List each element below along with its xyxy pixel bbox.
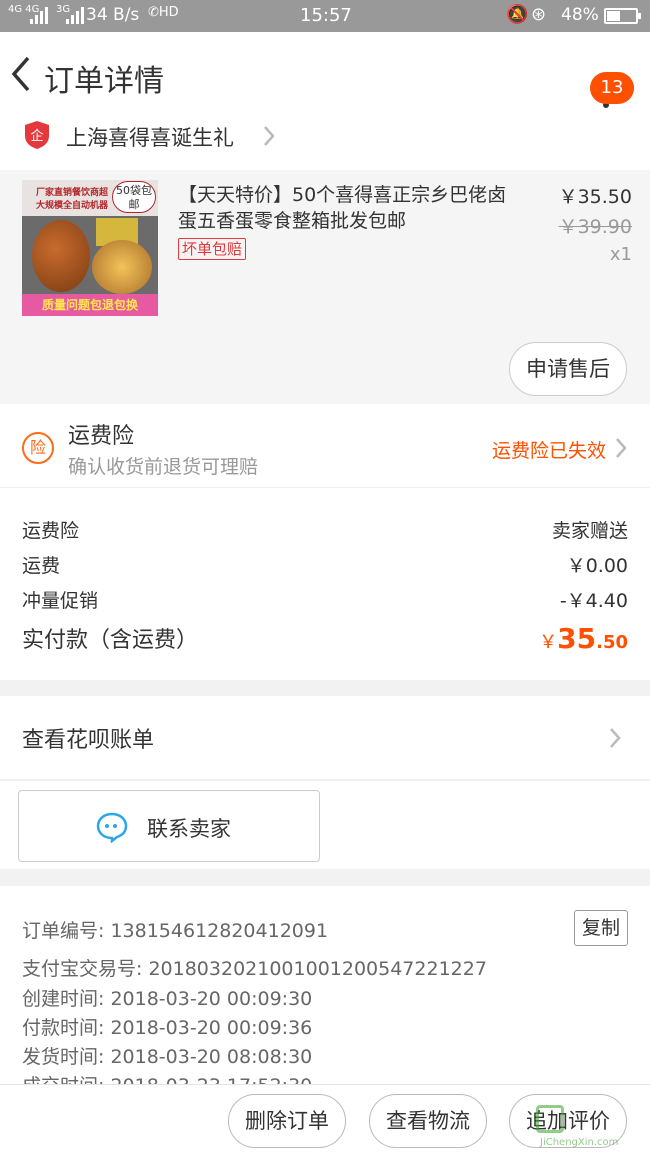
completed-time: 成交时间: 2018-03-23 17:52:30	[22, 1071, 312, 1084]
created-time: 创建时间: 2018-03-20 00:09:30	[22, 984, 312, 1011]
signal-icon-3g	[66, 6, 84, 24]
watermark-text: JiChengXin.com	[540, 1137, 619, 1148]
info-value: 138154612820412091	[110, 920, 329, 942]
info-label: 支付宝交易号:	[22, 958, 149, 980]
fee-value: -￥4.40	[559, 590, 628, 612]
insurance-status: 运费险已失效	[491, 440, 606, 462]
product-tag: 坏单包赔	[178, 238, 247, 260]
info-value: 2018-03-23 17:52:30	[110, 1075, 312, 1084]
thumb-caption-2: 大规模全自动机器	[36, 201, 109, 211]
fee-row: 冲量促销 -￥4.40	[22, 586, 628, 616]
thumb-banner: 质量问题包退包换	[22, 294, 158, 316]
egg-half-image	[92, 240, 152, 294]
watermark-logo: JiChengXin.com	[536, 1105, 646, 1151]
product-quantity: x1	[609, 244, 632, 265]
total-row: 实付款（含运费） ￥35.50	[22, 622, 628, 662]
info-label: 成交时间:	[22, 1075, 110, 1084]
info-label: 发货时间:	[22, 1046, 111, 1068]
total-decimal: .50	[596, 632, 628, 653]
enterprise-shield-icon: 企	[25, 121, 49, 149]
bottom-action-bar: 删除订单 查看物流 追加评价 JiChengXin.com	[0, 1084, 650, 1155]
fee-row: 运费 ￥0.00	[22, 551, 628, 581]
status-bar: 4G 4G 3G 34 B/s ✆HD 15:57 🔕 ⊛ 48%	[0, 0, 650, 32]
mute-bell-icon: 🔕	[506, 4, 529, 25]
message-count-badge: 13	[590, 72, 634, 104]
order-number: 订单编号: 138154612820412091	[22, 916, 328, 943]
contact-seller-button[interactable]: 联系卖家	[18, 790, 320, 862]
total-integer: 35	[557, 622, 597, 655]
after-sale-button[interactable]: 申请售后	[509, 342, 627, 396]
info-label: 付款时间:	[22, 1017, 111, 1039]
thumb-badge: 50袋包邮	[112, 181, 156, 213]
shop-row[interactable]: 企 上海喜得喜诞生礼	[0, 112, 650, 170]
contact-seller-label: 联系卖家	[147, 817, 231, 841]
chevron-left-icon	[11, 56, 30, 92]
egg-image	[32, 220, 90, 292]
order-item[interactable]: 厂家直销餐饮商超 大规模全自动机器 50袋包邮 质量问题包退包换 【天天特价】5…	[0, 170, 650, 404]
insurance-icon: 险	[22, 432, 54, 464]
fee-value: 卖家赠送	[551, 520, 628, 542]
shop-name: 上海喜得喜诞生礼	[66, 126, 234, 150]
product-price: ￥35.50	[558, 186, 632, 208]
rotation-lock-icon: ⊛	[531, 4, 547, 25]
copy-button[interactable]: 复制	[574, 910, 628, 946]
view-logistics-button[interactable]: 查看物流	[369, 1094, 487, 1148]
total-currency: ￥	[539, 632, 558, 653]
fee-label: 运费	[22, 555, 61, 577]
fee-summary: 运费险 卖家赠送 运费 ￥0.00 冲量促销 -￥4.40 实付款（含运费） ￥…	[0, 488, 650, 680]
shipping-insurance-row[interactable]: 险 运费险 确认收货前退货可理赔 运费险已失效	[0, 404, 650, 488]
network-speed: 34 B/s	[86, 5, 140, 25]
nav-bar: 订单详情 13	[0, 32, 650, 120]
total-amount: ￥35.50	[539, 622, 628, 655]
back-button[interactable]	[8, 54, 36, 94]
original-price: ￥39.90	[558, 216, 632, 238]
product-thumbnail[interactable]: 厂家直销餐饮商超 大规模全自动机器 50袋包邮 质量问题包退包换	[22, 180, 158, 316]
battery-icon	[604, 8, 641, 24]
hd-call-icon: ✆HD	[148, 5, 179, 20]
thumb-caption-1: 厂家直销餐饮商超	[36, 188, 109, 198]
info-value: 2018032021001001200547221227	[148, 958, 487, 980]
fee-row: 运费险 卖家赠送	[22, 516, 628, 546]
battery-percent: 48%	[561, 5, 599, 25]
info-label: 创建时间:	[22, 988, 111, 1010]
fee-label: 冲量促销	[22, 590, 99, 612]
alipay-trade-number: 支付宝交易号: 2018032021001001200547221227	[22, 954, 487, 981]
insurance-title: 运费险	[68, 424, 135, 449]
shipped-time: 发货时间: 2018-03-20 08:08:30	[22, 1042, 312, 1069]
total-label: 实付款（含运费）	[22, 628, 199, 653]
fee-value: ￥0.00	[566, 555, 628, 577]
huabei-label: 查看花呗账单	[22, 728, 155, 753]
delete-order-button[interactable]: 删除订单	[228, 1094, 346, 1148]
chat-bubble-icon	[96, 812, 128, 843]
paid-time: 付款时间: 2018-03-20 00:09:36	[22, 1013, 312, 1040]
svg-text:企: 企	[30, 128, 43, 144]
chevron-right-icon	[616, 438, 627, 458]
info-label: 订单编号:	[22, 920, 111, 942]
info-value: 2018-03-20 08:08:30	[110, 1046, 313, 1068]
order-info: 订单编号: 138154612820412091 复制 支付宝交易号: 2018…	[0, 886, 650, 1084]
product-title[interactable]: 【天天特价】50个喜得喜正宗乡巴佬卤蛋五香蛋零食整箱批发包邮	[178, 182, 522, 234]
chevron-right-icon	[610, 728, 621, 748]
insurance-subtitle: 确认收货前退货可理赔	[68, 456, 259, 478]
huabei-bill-row[interactable]: 查看花呗账单	[0, 696, 650, 780]
hd-label: HD	[158, 5, 179, 20]
info-value: 2018-03-20 00:09:30	[110, 988, 313, 1010]
chevron-right-icon	[264, 126, 275, 146]
clock: 15:57	[300, 5, 352, 26]
fee-label: 运费险	[22, 520, 80, 542]
contact-section: 联系卖家	[0, 781, 650, 869]
page-title: 订单详情	[44, 64, 164, 99]
signal-icon	[30, 6, 48, 24]
info-value: 2018-03-20 00:09:36	[110, 1017, 313, 1039]
